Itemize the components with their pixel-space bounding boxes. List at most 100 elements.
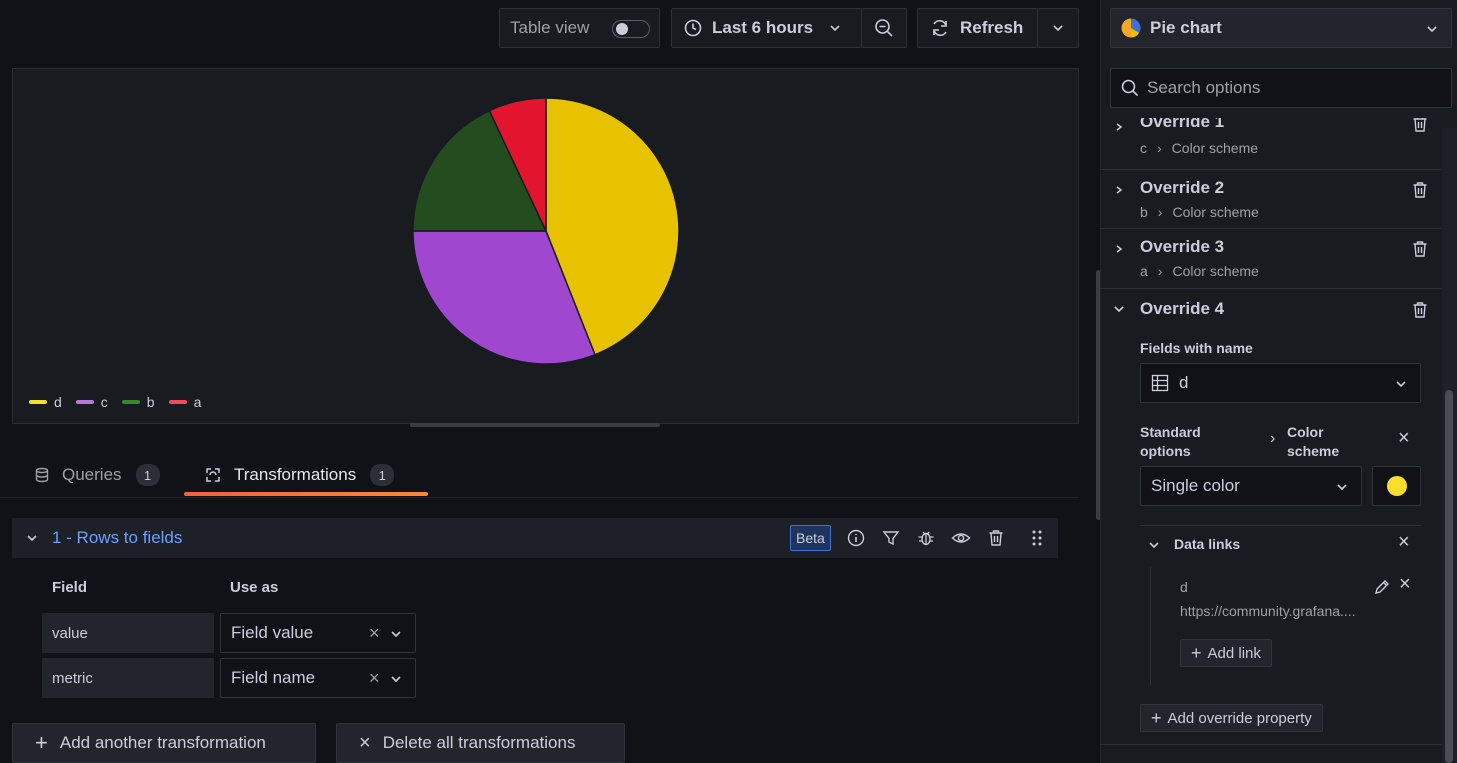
trash-icon[interactable] <box>1408 118 1432 136</box>
override-item-3[interactable]: Override 3 a › Color scheme <box>1100 229 1441 289</box>
chevron-down-icon <box>391 676 401 683</box>
add-override-property-label: Add override property <box>1167 709 1312 727</box>
use-as-select[interactable]: Field value × <box>220 613 416 653</box>
chevron-down-icon <box>1337 484 1347 491</box>
legend-swatch <box>168 400 187 404</box>
field-name: metric <box>52 669 93 687</box>
filter-icon[interactable] <box>879 526 903 550</box>
table-view-label: Table view <box>510 18 590 37</box>
visualization-label: Pie chart <box>1150 18 1222 37</box>
chevron-down-icon[interactable] <box>1148 539 1160 551</box>
override-field: c <box>1140 140 1147 156</box>
options-scrollbar[interactable] <box>1442 128 1457 763</box>
database-icon <box>35 467 49 483</box>
chevron-down-icon <box>830 25 840 32</box>
color-mode-select[interactable]: Single color <box>1140 466 1362 506</box>
active-tab-indicator <box>184 492 428 496</box>
tab-count: 1 <box>135 464 160 486</box>
tab-label: Transformations <box>234 465 357 484</box>
legend-item-a[interactable]: a <box>168 394 202 410</box>
legend-swatch <box>121 400 140 404</box>
tab-transformations[interactable]: Transformations 1 <box>204 460 395 490</box>
add-override-property-button[interactable]: + Add override property <box>1140 704 1323 732</box>
time-range-picker[interactable]: Last 6 hours <box>671 8 862 48</box>
delete-all-transformations-button[interactable]: × Delete all transformations <box>336 723 625 763</box>
search-placeholder: Search options <box>1147 78 1261 97</box>
chevron-down-icon[interactable] <box>26 532 38 544</box>
trash-icon[interactable] <box>984 526 1008 550</box>
table-view-toggle[interactable]: Table view <box>499 8 660 48</box>
drag-handle-icon[interactable] <box>1025 526 1049 550</box>
search-icon <box>1121 79 1139 97</box>
override-field: b <box>1140 204 1148 220</box>
legend-item-c[interactable]: c <box>75 394 108 410</box>
override-title[interactable]: Override 4 <box>1140 299 1224 319</box>
legend-label: c <box>100 394 108 410</box>
edit-icon[interactable] <box>1370 575 1394 599</box>
chevron-down-icon <box>1427 26 1437 33</box>
add-link-button[interactable]: + Add link <box>1180 639 1272 667</box>
transform-icon <box>206 468 220 482</box>
transformation-title[interactable]: 1 - Rows to fields <box>52 528 182 548</box>
clock-icon <box>684 19 702 37</box>
clear-icon[interactable]: × <box>369 623 380 644</box>
chevron-right-icon <box>1116 186 1123 194</box>
override-item-2[interactable]: Override 2 b › Color scheme <box>1100 170 1441 229</box>
tab-count: 1 <box>370 464 395 486</box>
add-link-label: Add link <box>1207 644 1261 662</box>
chevron-down-icon <box>1053 25 1063 32</box>
trash-icon[interactable] <box>1408 178 1432 202</box>
override-item-1[interactable]: Override 1 c › Color scheme <box>1100 118 1441 170</box>
bug-icon[interactable] <box>914 526 938 550</box>
visualization-picker[interactable]: Pie chart <box>1110 8 1452 48</box>
pie-chart <box>412 97 680 365</box>
use-as-select[interactable]: Field name × <box>220 658 416 698</box>
legend-item-b[interactable]: b <box>121 394 155 410</box>
fields-with-name-label: Fields with name <box>1140 340 1253 356</box>
chevron-right-icon: › <box>1157 140 1162 156</box>
clear-icon[interactable]: × <box>369 668 380 689</box>
legend-item-d[interactable]: d <box>29 394 62 410</box>
trash-icon[interactable] <box>1408 298 1432 322</box>
tab-queries[interactable]: Queries 1 <box>34 460 160 490</box>
property-path: Standard options › Color scheme × <box>1140 423 1421 463</box>
panel-preview: d c b a <box>12 68 1079 424</box>
transformation-header[interactable]: 1 - Rows to fields Beta <box>12 518 1058 558</box>
override-title: Override 1 <box>1140 118 1225 131</box>
override-item-4: Override 4 Fields with name d Standard o… <box>1100 289 1441 749</box>
refresh-button[interactable]: Refresh <box>917 8 1038 48</box>
close-icon[interactable]: × <box>1399 573 1411 596</box>
chevron-down-icon[interactable] <box>1113 303 1125 315</box>
panel-resize-handle[interactable] <box>410 423 660 427</box>
search-options-input[interactable]: Search options <box>1110 68 1452 108</box>
beta-badge: Beta <box>790 525 831 551</box>
fields-with-name-value: d <box>1179 373 1189 392</box>
refresh-icon <box>933 20 947 36</box>
column-header-use-as: Use as <box>230 579 279 596</box>
plus-icon: + <box>35 730 48 755</box>
zoom-out-button[interactable] <box>861 8 907 48</box>
data-link-url: https://community.grafana.... <box>1180 603 1356 619</box>
chevron-right-icon <box>1116 245 1123 253</box>
override-title: Override 3 <box>1140 237 1225 256</box>
close-icon[interactable]: × <box>1398 531 1410 554</box>
close-icon[interactable]: × <box>1398 427 1410 450</box>
fields-with-name-select[interactable]: d <box>1140 363 1421 403</box>
plus-icon: + <box>1151 708 1162 728</box>
refresh-interval-dropdown[interactable] <box>1037 8 1079 48</box>
chevron-right-icon <box>1116 123 1123 131</box>
legend-label: d <box>54 394 62 410</box>
add-transformation-button[interactable]: + Add another transformation <box>12 723 316 763</box>
trash-icon[interactable] <box>1408 237 1432 261</box>
eye-icon[interactable] <box>949 526 973 550</box>
color-picker-button[interactable] <box>1372 466 1421 506</box>
overrides-list: Override 1 c › Color scheme Override 2 b › C… <box>1100 118 1441 763</box>
info-icon[interactable] <box>844 526 868 550</box>
chevron-right-icon: › <box>1270 430 1276 447</box>
override-prop: Color scheme <box>1171 140 1259 156</box>
toggle-switch[interactable] <box>612 20 650 38</box>
data-link-title: d <box>1180 579 1188 595</box>
close-icon: × <box>359 732 371 754</box>
legend-label: a <box>193 394 202 410</box>
data-links-label[interactable]: Data links <box>1174 536 1240 552</box>
